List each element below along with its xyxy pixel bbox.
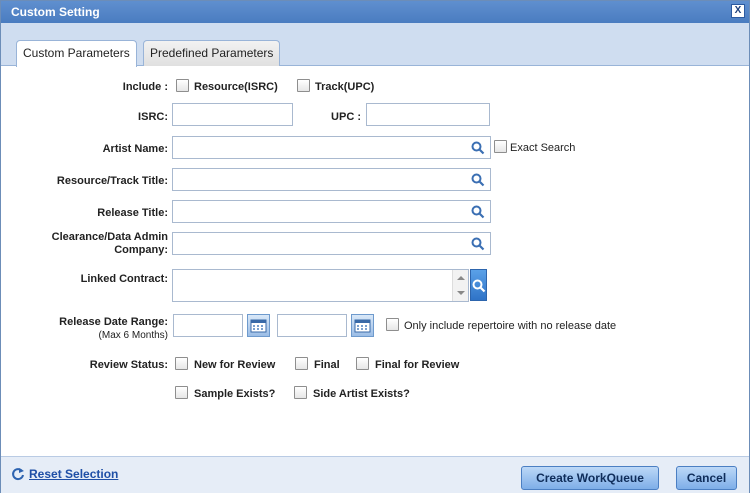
dialog-footer: Reset Selection Create WorkQueue Cancel [1,456,749,493]
release-date-from-input[interactable] [173,314,243,337]
clearance-company-label-line2: Company: [114,244,168,256]
search-icon[interactable] [471,205,485,219]
side-artist-exists-checkbox[interactable] [294,386,307,399]
release-date-from-calendar-button[interactable] [247,314,270,337]
include-track-checkbox[interactable] [297,79,310,92]
include-resource-checkbox[interactable] [176,79,189,92]
clearance-company-label: Clearance/Data Admin Company: [11,231,168,257]
side-artist-exists-label: Side Artist Exists? [313,388,410,400]
dialog-title: Custom Setting [11,5,100,19]
linked-contract-label: Linked Contract: [80,273,168,285]
release-date-range-sublabel: (Max 6 Months) [98,330,168,341]
linked-contract-scrollbar[interactable] [452,270,468,301]
no-release-date-checkbox[interactable] [386,318,399,331]
cancel-button[interactable]: Cancel [676,466,737,490]
review-final-checkbox[interactable] [295,357,308,370]
release-date-to-calendar-button[interactable] [351,314,374,337]
exact-search-checkbox[interactable] [494,140,507,153]
upc-label: UPC : [331,111,361,123]
release-date-to-input[interactable] [277,314,347,337]
close-button[interactable]: X [731,4,745,18]
release-date-range-label-text: Release Date Range: [59,316,168,328]
clearance-company-label-line1: Clearance/Data Admin [51,231,168,243]
search-icon[interactable] [471,173,485,187]
resource-track-title-input[interactable] [172,168,491,191]
no-release-date-label: Only include repertoire with no release … [404,320,617,332]
dialog-titlebar: Custom Setting X [1,1,749,23]
review-final-for-review-label: Final for Review [375,359,460,371]
linked-contract-search-button[interactable] [470,269,487,301]
release-title-input[interactable] [172,200,491,223]
calendar-icon [354,319,371,333]
upc-input[interactable] [366,103,490,126]
calendar-icon [250,319,267,333]
isrc-input[interactable] [172,103,293,126]
release-date-range-label: Release Date Range: (Max 6 Months) [11,316,168,342]
sample-exists-checkbox[interactable] [175,386,188,399]
reset-selection-link[interactable]: Reset Selection [29,467,118,481]
release-title-label: Release Title: [97,207,168,219]
review-new-label: New for Review [194,359,276,371]
exact-search-label: Exact Search [510,142,576,154]
tab-custom-parameters[interactable]: Custom Parameters [16,40,137,67]
scroll-down-arrow-icon[interactable] [457,291,465,295]
refresh-icon[interactable] [11,467,25,481]
include-resource-label: Resource(ISRC) [194,81,278,93]
search-icon [472,279,486,293]
review-status-label: Review Status: [89,359,168,371]
search-icon[interactable] [471,141,485,155]
review-final-label: Final [314,359,340,371]
clearance-company-input[interactable] [172,232,491,255]
include-label: Include : [122,81,168,93]
tab-predefined-parameters[interactable]: Predefined Parameters [143,40,281,66]
sample-exists-label: Sample Exists? [194,388,276,400]
linked-contract-textarea[interactable] [172,269,469,302]
artist-name-input[interactable] [172,136,491,159]
resource-track-title-label: Resource/Track Title: [56,175,168,187]
custom-setting-dialog: Custom Setting X Custom Parameters Prede… [0,0,750,493]
isrc-label: ISRC: [138,111,168,123]
artist-name-label: Artist Name: [102,143,168,155]
search-icon[interactable] [471,237,485,251]
tab-strip: Custom Parameters Predefined Parameters [1,23,749,67]
review-new-checkbox[interactable] [175,357,188,370]
review-final-for-review-checkbox[interactable] [356,357,369,370]
scroll-up-arrow-icon[interactable] [457,276,465,280]
include-track-label: Track(UPC) [315,81,375,93]
create-workqueue-button[interactable]: Create WorkQueue [521,466,659,490]
